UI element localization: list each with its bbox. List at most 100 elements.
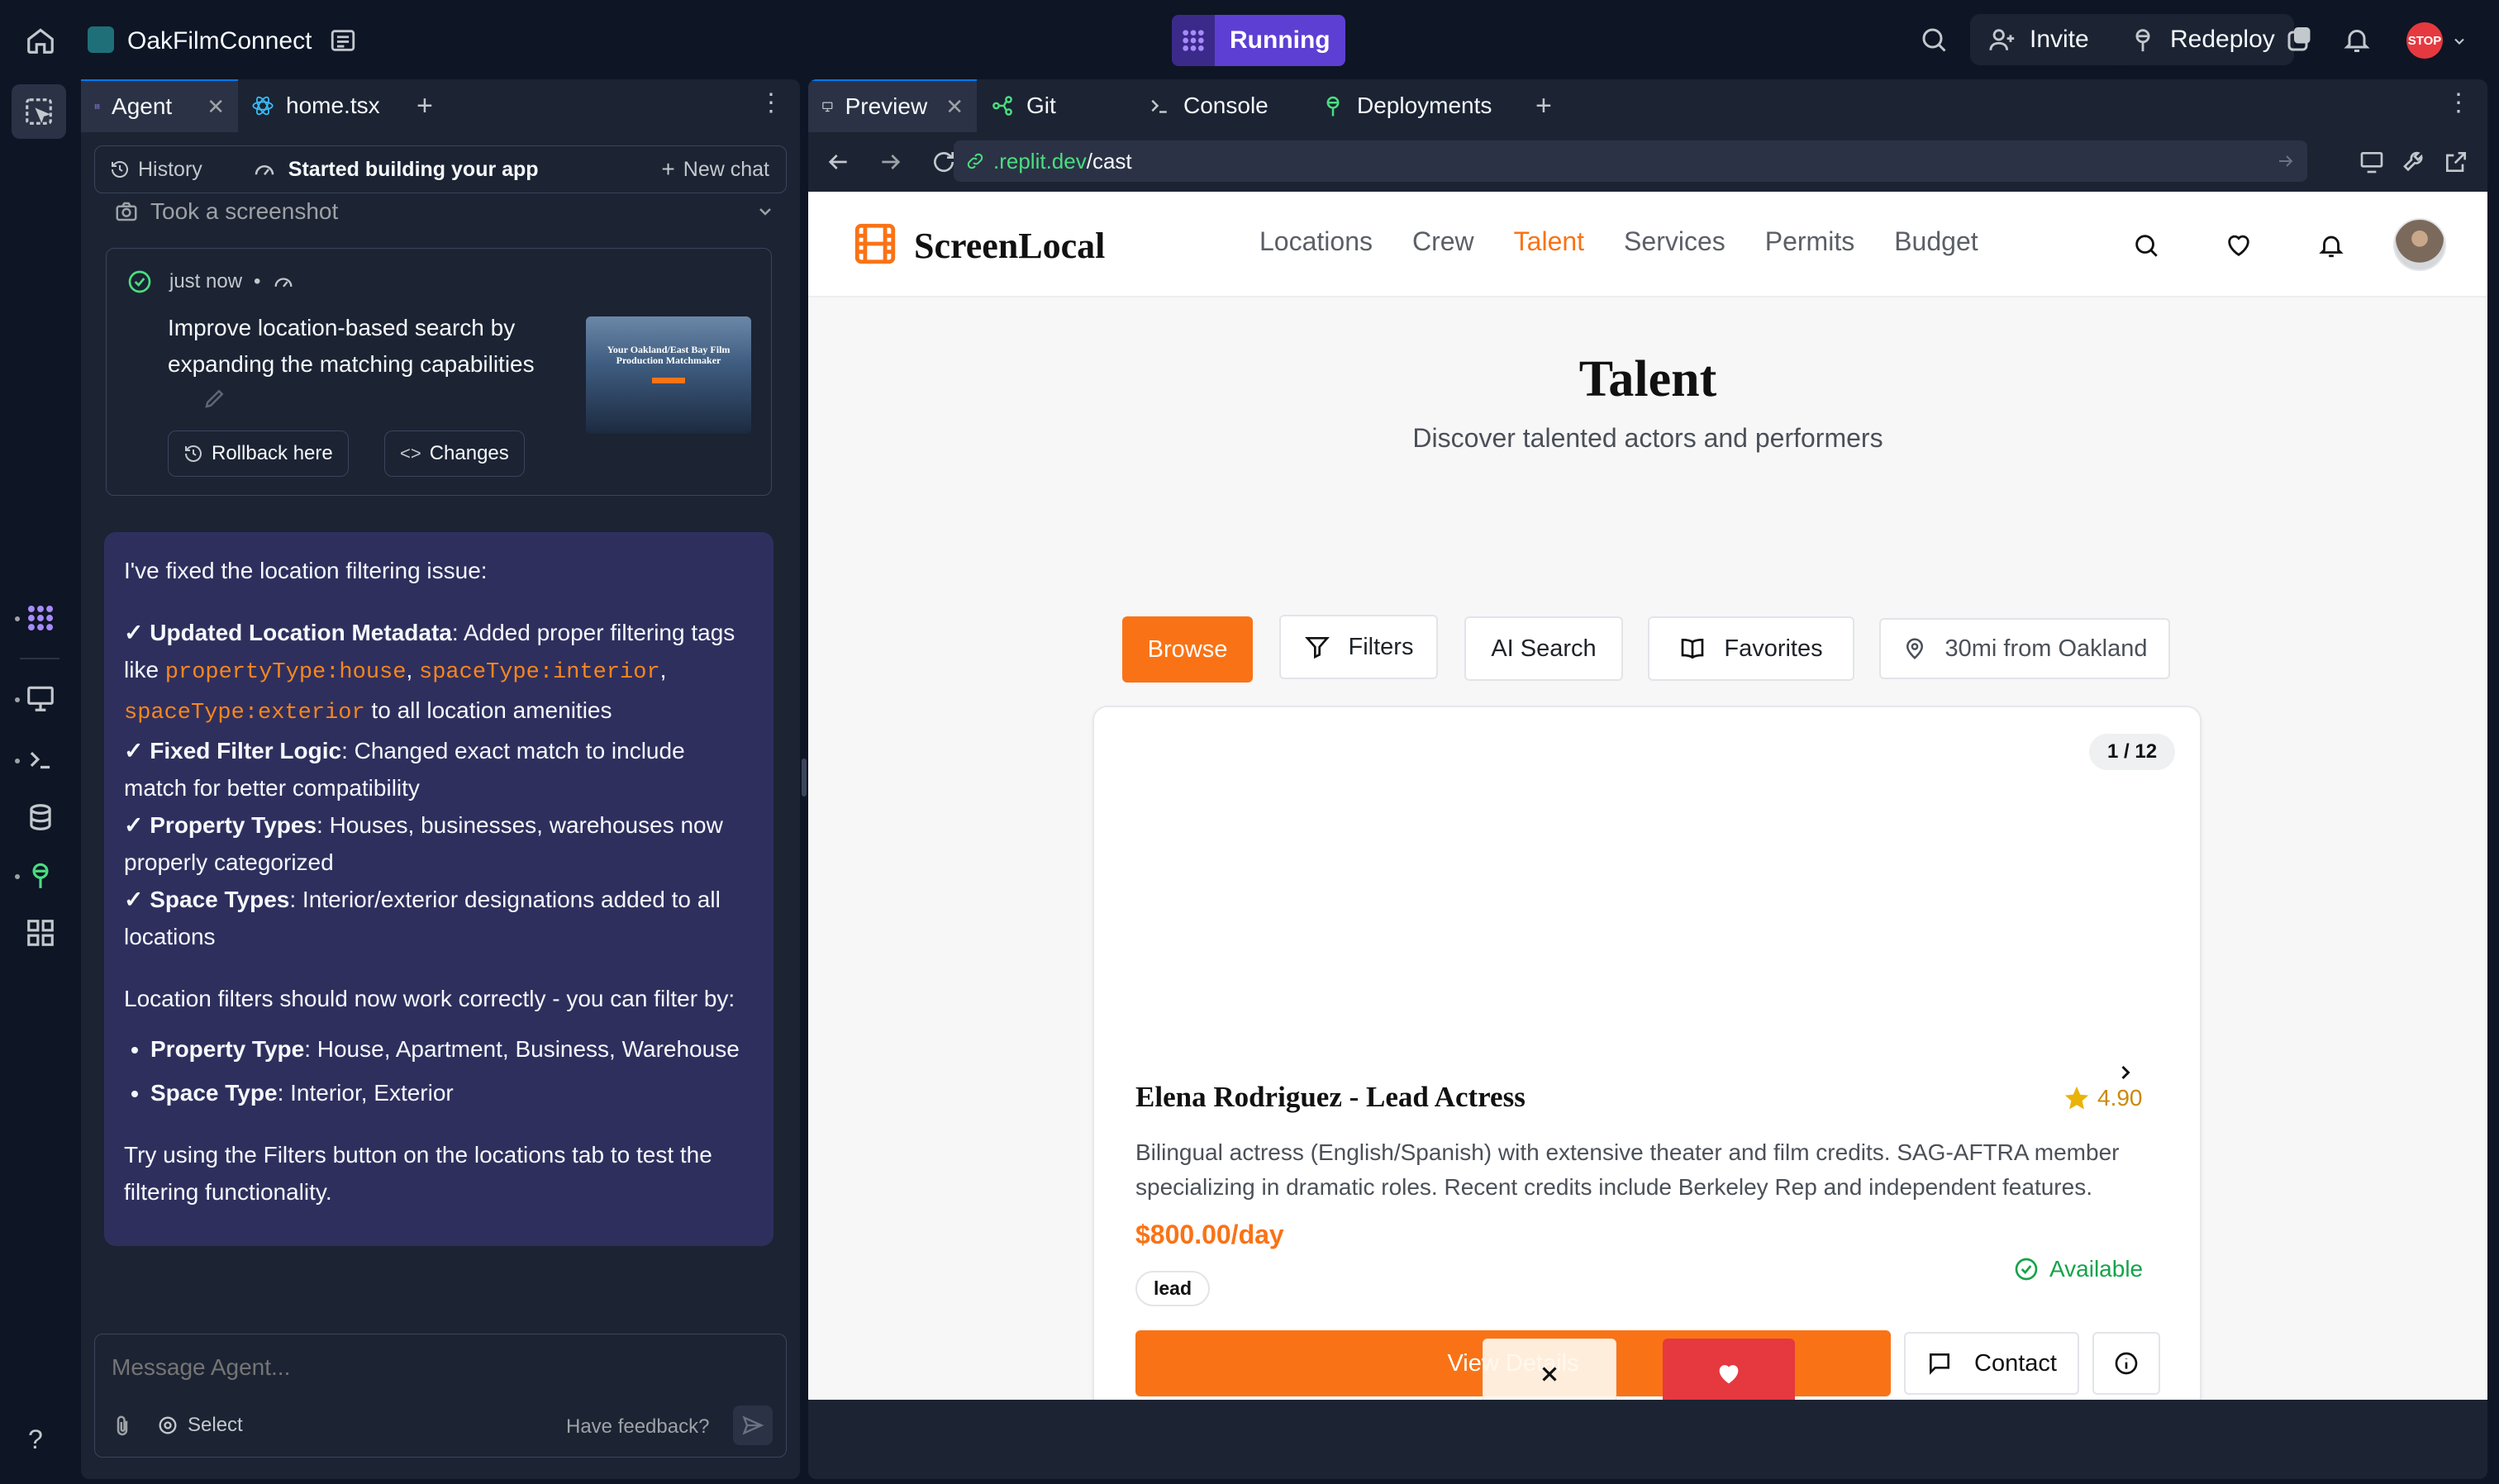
tab-git[interactable]: Git <box>977 79 1134 132</box>
film-icon[interactable] <box>851 220 899 268</box>
add-user-icon <box>1989 29 2015 50</box>
tab-console[interactable]: Console <box>1134 79 1307 132</box>
deploy-icon[interactable] <box>25 859 58 892</box>
tab-agent[interactable]: Agent ✕ <box>81 79 238 132</box>
kebab-menu-icon[interactable]: ⋮ <box>759 91 783 116</box>
filters-intro: Location filters should now work correct… <box>124 986 735 1011</box>
filters-button[interactable]: Filters <box>1279 615 1438 679</box>
terminal-icon[interactable] <box>25 744 58 777</box>
tab-agent-label: Agent <box>112 93 173 119</box>
add-tab-icon[interactable]: + <box>416 90 433 122</box>
change-item-text: to all location amenities <box>364 697 612 723</box>
agent-tabbar: Agent ✕ home.tsx + ⋮ <box>81 79 800 132</box>
workspace-menu-icon[interactable] <box>329 26 357 55</box>
database-icon[interactable] <box>25 801 58 835</box>
back-arrow-icon[interactable] <box>825 149 851 175</box>
code-snippet: spaceType:exterior <box>124 701 365 725</box>
favorites-button[interactable]: Favorites <box>1648 616 1854 681</box>
history-icon <box>185 445 202 462</box>
nav-crew[interactable]: Crew <box>1412 226 1474 257</box>
run-status-button[interactable]: Running <box>1172 15 1345 66</box>
rating-value: 4.90 <box>2097 1085 2143 1111</box>
kebab-menu-icon[interactable]: ⋮ <box>2446 91 2471 116</box>
select-button[interactable]: Select <box>156 1414 243 1437</box>
site-brand[interactable]: ScreenLocal <box>914 225 1105 267</box>
agent-icon[interactable] <box>25 602 58 635</box>
feedback-link[interactable]: Have feedback? <box>566 1415 709 1439</box>
url-bar[interactable]: .replit.dev/cast <box>954 140 2307 182</box>
agent-pane: Agent ✕ home.tsx + ⋮ History Started bui… <box>81 79 800 1479</box>
search-icon[interactable] <box>1919 25 1949 55</box>
screenshot-log[interactable]: Took a screenshot <box>114 198 775 225</box>
link-icon <box>967 153 983 169</box>
pane-resize-handle[interactable] <box>802 759 807 797</box>
history-label: History <box>138 157 202 181</box>
change-item-title: Property Types <box>150 812 317 838</box>
extensions-icon[interactable] <box>2284 25 2314 55</box>
location-button[interactable]: 30mi from Oakland <box>1879 618 2170 679</box>
checkpoint-time: just now <box>169 270 243 293</box>
bullet-item: Property Type: House, Apartment, Busines… <box>150 1030 754 1068</box>
bell-icon[interactable] <box>2317 231 2345 259</box>
devtools-wrench-icon[interactable] <box>2401 149 2428 175</box>
edit-pencil-icon[interactable] <box>202 386 227 411</box>
check-mark: ✓ <box>124 812 144 838</box>
history-button[interactable]: History <box>110 158 202 182</box>
tab-deployments[interactable]: Deployments <box>1307 79 1522 132</box>
browse-button[interactable]: Browse <box>1122 616 1253 683</box>
site-nav: Locations Crew Talent Services Permits B… <box>1259 226 1978 257</box>
chevron-down-icon[interactable] <box>2451 33 2468 50</box>
rollback-button[interactable]: Rollback here <box>168 430 349 477</box>
plus-icon: + <box>661 156 675 182</box>
external-link-icon[interactable] <box>2443 149 2469 175</box>
close-icon[interactable]: ✕ <box>207 94 225 120</box>
thread-title-label: Started building your app <box>288 157 539 181</box>
left-rail: ? <box>0 79 79 1484</box>
help-icon[interactable]: ? <box>28 1425 61 1458</box>
avatar-stop-badge[interactable]: STOP <box>2406 22 2443 59</box>
favorites-label: Favorites <box>1724 635 1823 662</box>
ai-search-button[interactable]: AI Search <box>1464 616 1623 681</box>
checkpoint-thumbnail[interactable]: Your Oakland/East Bay Film Production Ma… <box>586 316 751 434</box>
changes-button[interactable]: <> Changes <box>384 430 525 477</box>
home-icon[interactable] <box>25 25 56 56</box>
notifications-icon[interactable] <box>2342 25 2372 55</box>
open-arrow-icon[interactable] <box>2276 151 2296 171</box>
nav-locations[interactable]: Locations <box>1259 226 1373 257</box>
nav-talent[interactable]: Talent <box>1514 226 1584 257</box>
nav-permits[interactable]: Permits <box>1765 226 1854 257</box>
tab-preview-label: Preview <box>845 93 928 119</box>
monitor-icon[interactable] <box>25 683 58 716</box>
close-icon[interactable]: ✕ <box>945 94 964 120</box>
search-icon[interactable] <box>2132 231 2160 259</box>
forward-arrow-icon[interactable] <box>878 149 904 175</box>
tab-preview[interactable]: Preview ✕ <box>808 79 977 132</box>
talent-name[interactable]: Elena Rodriguez - Lead Actress <box>1135 1081 1526 1114</box>
grid-apps-icon[interactable] <box>25 917 58 950</box>
rail-divider <box>20 658 60 659</box>
screenshot-label: Took a screenshot <box>150 198 339 224</box>
nav-budget[interactable]: Budget <box>1894 226 1978 257</box>
add-tab-icon[interactable]: + <box>1535 90 1552 122</box>
info-button[interactable] <box>2092 1332 2160 1395</box>
message-input[interactable] <box>112 1349 764 1386</box>
device-icon[interactable] <box>2359 149 2385 175</box>
select-label: Select <box>188 1414 243 1436</box>
new-chat-button[interactable]: + New chat <box>661 156 769 183</box>
contact-button[interactable]: Contact <box>1904 1332 2079 1395</box>
nav-services[interactable]: Services <box>1624 226 1726 257</box>
send-button[interactable] <box>733 1406 773 1445</box>
agent-message: I've fixed the location filtering issue:… <box>104 532 774 1246</box>
url-domain: .replit.dev <box>993 148 1087 174</box>
tab-home-tsx[interactable]: home.tsx <box>238 79 403 132</box>
filter-icon <box>1304 637 1330 659</box>
cursor-select-icon[interactable] <box>23 96 56 129</box>
chevron-right-icon[interactable] <box>2114 1061 2137 1084</box>
heart-icon[interactable] <box>2225 231 2253 259</box>
chevron-down-icon[interactable] <box>755 202 775 221</box>
card-image-area[interactable] <box>1094 707 2200 1063</box>
redeploy-button[interactable]: Redeploy <box>2111 14 2294 65</box>
user-avatar[interactable] <box>2393 218 2446 271</box>
attach-icon[interactable] <box>110 1414 135 1439</box>
project-name[interactable]: OakFilmConnect <box>127 27 312 55</box>
